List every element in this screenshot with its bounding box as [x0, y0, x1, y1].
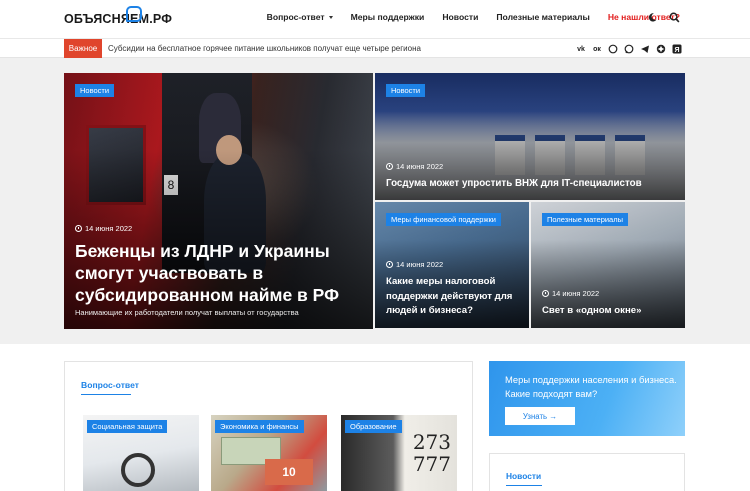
number-sign: 273 777	[412, 430, 451, 476]
nav-label: Вопрос-ответ	[266, 12, 325, 22]
nav-item-materials[interactable]: Полезные материалы	[496, 12, 589, 22]
category-tag[interactable]: Образование	[345, 420, 402, 433]
clock-icon	[542, 290, 549, 297]
clock-icon	[75, 225, 82, 232]
date-text: 14 июня 2022	[552, 289, 600, 298]
dzen-icon[interactable]	[656, 44, 666, 54]
support-promo-banner: Меры поддержки населения и бизнеса. Каки…	[489, 361, 685, 436]
post-title[interactable]: Госдума может упростить ВНЖ для IT-специ…	[386, 178, 642, 189]
nav-item-support[interactable]: Меры поддержки	[351, 12, 425, 22]
main-nav: Вопрос-ответ Меры поддержки Новости Поле…	[267, 12, 680, 22]
clock-icon	[386, 163, 393, 170]
svg-text:Я: Я	[674, 47, 679, 54]
news-ticker: Важное Субсидии на бесплатное горячее пи…	[0, 38, 750, 58]
post-title[interactable]: Какие меры налоговой поддержки действуют…	[386, 275, 526, 319]
date-text: 14 июня 2022	[396, 260, 444, 269]
post-title[interactable]: Свет в «одном окне»	[542, 305, 641, 316]
post-subtitle: Нанимающие их работодатели получат выпла…	[75, 308, 299, 317]
qa-card-economy[interactable]: 10 Экономика и финансы	[211, 415, 327, 491]
yandex-icon[interactable]: Я	[672, 44, 682, 54]
category-tag[interactable]: Меры финансовой поддержки	[386, 213, 501, 226]
qa-section: Вопрос-ответ Социальная защита 10 Эконом…	[64, 361, 473, 491]
category-tag[interactable]: Экономика и финансы	[215, 420, 304, 433]
section-underline	[506, 485, 542, 486]
section-title[interactable]: Новости	[506, 471, 541, 481]
site-header: ОБЪЯСНЯЕМ.РФ Вопрос-ответ Меры поддержки…	[0, 0, 750, 38]
nav-item-news[interactable]: Новости	[442, 12, 478, 22]
promo-text: Меры поддержки населения и бизнеса. Каки…	[505, 374, 677, 399]
ticker-headline[interactable]: Субсидии на бесплатное горячее питание ш…	[108, 44, 421, 53]
hero-top-right-card[interactable]: Новости 14 июня 2022 Госдума может упрос…	[375, 73, 685, 200]
qa-card-education[interactable]: 273 777 Образование	[341, 415, 457, 491]
logo-bubble-icon	[126, 6, 142, 22]
search-icon[interactable]	[669, 12, 680, 23]
site-logo[interactable]: ОБЪЯСНЯЕМ.РФ	[64, 6, 173, 30]
category-tag[interactable]: Новости	[75, 84, 115, 97]
nav-item-qa[interactable]: Вопрос-ответ	[267, 12, 333, 22]
hero-main-card[interactable]: 8 Новости 14 июня 2022 Беженцы из ЛДНР и…	[64, 73, 373, 329]
section-title[interactable]: Вопрос-ответ	[81, 380, 139, 390]
category-tag[interactable]: Новости	[386, 84, 426, 97]
odnoklassniki-icon[interactable]: ок	[592, 44, 602, 54]
banknote-value: 10	[265, 459, 313, 485]
category-tag[interactable]: Социальная защита	[87, 420, 168, 433]
viber-icon[interactable]	[608, 44, 618, 54]
telegram-icon[interactable]	[640, 44, 650, 54]
news-widget: Новости	[489, 453, 685, 491]
logo-text: ОБЪЯСНЯЕМ.РФ	[64, 12, 173, 26]
moon-icon[interactable]	[647, 12, 658, 23]
vk-icon[interactable]: vk	[576, 44, 586, 54]
post-date: 14 июня 2022	[75, 224, 132, 233]
qa-card-social[interactable]: Социальная защита	[83, 415, 199, 491]
hero-bottom-mid-card[interactable]: Меры финансовой поддержки 14 июня 2022 К…	[375, 202, 529, 328]
clock-icon	[386, 261, 393, 268]
chevron-down-icon	[328, 15, 333, 19]
post-date: 14 июня 2022	[386, 260, 443, 269]
post-title[interactable]: Беженцы из ЛДНР и Украины смогут участво…	[75, 240, 365, 306]
wheelchair-graphic	[121, 453, 155, 487]
social-links: vk ок Я	[576, 44, 682, 54]
category-tag[interactable]: Полезные материалы	[542, 213, 628, 226]
whatsapp-icon[interactable]	[624, 44, 634, 54]
post-date: 14 июня 2022	[386, 162, 443, 171]
section-underline	[81, 394, 131, 395]
important-badge: Важное	[64, 39, 102, 58]
learn-more-button[interactable]: Узнать →	[505, 407, 575, 425]
date-text: 14 июня 2022	[85, 224, 133, 233]
hero-bottom-right-card[interactable]: Полезные материалы 14 июня 2022 Свет в «…	[531, 202, 685, 328]
post-date: 14 июня 2022	[542, 289, 599, 298]
date-text: 14 июня 2022	[396, 162, 444, 171]
